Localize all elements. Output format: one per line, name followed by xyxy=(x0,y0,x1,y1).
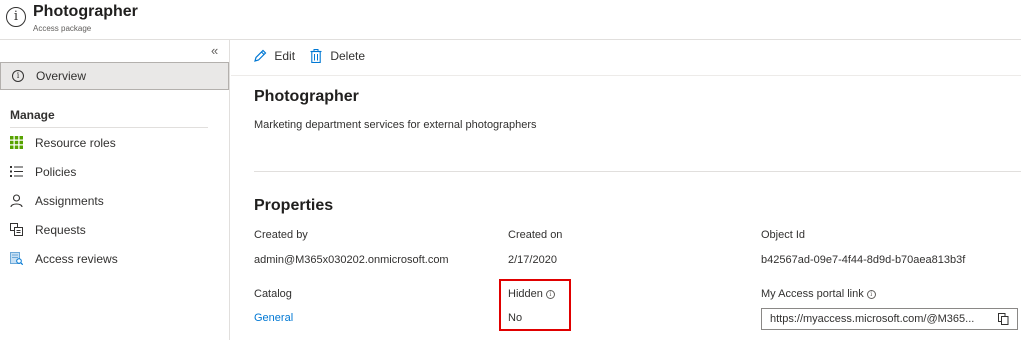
portal-link-field[interactable]: https://myaccess.microsoft.com/@M365... xyxy=(761,308,1018,330)
portal-link-value: https://myaccess.microsoft.com/@M365... xyxy=(770,313,975,325)
created-by-label: Created by xyxy=(254,229,308,241)
created-on-value: 2/17/2020 xyxy=(508,254,557,266)
page-subtitle: Access package xyxy=(33,24,92,33)
access-review-icon xyxy=(10,252,23,265)
delete-label: Delete xyxy=(330,49,366,63)
page-header: i Photographer Access package xyxy=(0,0,1021,40)
portal-link-label: My Access portal link xyxy=(761,288,864,300)
edit-label: Edit xyxy=(274,49,296,63)
sidebar: « i Overview Manage Resource roles Polic… xyxy=(0,40,230,340)
sidebar-item-resource-roles[interactable]: Resource roles xyxy=(10,134,210,154)
person-icon xyxy=(10,194,23,207)
sidebar-item-label: Resource roles xyxy=(35,136,116,150)
requests-icon xyxy=(10,223,23,236)
trash-icon xyxy=(310,49,322,64)
grid-icon xyxy=(10,136,23,149)
catalog-link[interactable]: General xyxy=(254,312,293,324)
copy-icon[interactable] xyxy=(998,313,1009,325)
delete-button[interactable]: Delete xyxy=(310,49,366,64)
sidebar-item-access-reviews[interactable]: Access reviews xyxy=(10,250,210,270)
created-by-value: admin@M365x030202.onmicrosoft.com xyxy=(254,254,449,266)
highlight-box xyxy=(499,279,571,331)
sidebar-item-label: Policies xyxy=(35,165,77,179)
sidebar-item-requests[interactable]: Requests xyxy=(10,221,210,241)
page-title: Photographer xyxy=(33,3,138,20)
info-icon: i xyxy=(6,7,26,27)
main-content: Edit Delete Photographer Marketing depar… xyxy=(231,40,1021,340)
sidebar-item-label: Access reviews xyxy=(35,252,118,266)
divider xyxy=(10,127,208,128)
created-on-label: Created on xyxy=(508,229,563,241)
pencil-icon xyxy=(254,49,267,62)
sidebar-item-policies[interactable]: Policies xyxy=(10,163,210,183)
info-icon: i xyxy=(12,70,24,82)
object-id-label: Object Id xyxy=(761,229,806,241)
sidebar-item-overview[interactable]: i Overview xyxy=(0,62,229,90)
object-id-value: b42567ad-09e7-4f44-8d9d-b70aea813b3f xyxy=(761,254,966,266)
sidebar-item-label: Requests xyxy=(35,223,86,237)
info-icon[interactable]: i xyxy=(866,289,876,299)
sidebar-item-label: Assignments xyxy=(35,194,104,208)
toolbar-divider xyxy=(231,75,1021,76)
sidebar-item-assignments[interactable]: Assignments xyxy=(10,192,210,212)
package-title: Photographer xyxy=(254,88,359,105)
collapse-sidebar-button[interactable]: « xyxy=(211,43,218,58)
sidebar-item-label: Overview xyxy=(36,69,87,83)
package-description: Marketing department services for extern… xyxy=(254,119,537,131)
edit-button[interactable]: Edit xyxy=(253,49,295,63)
section-divider xyxy=(254,171,1021,172)
catalog-label: Catalog xyxy=(254,288,292,300)
list-icon xyxy=(10,166,23,177)
properties-heading: Properties xyxy=(254,197,334,214)
portal-link-label-row: My Access portal link i xyxy=(761,288,876,300)
manage-heading: Manage xyxy=(10,108,55,122)
